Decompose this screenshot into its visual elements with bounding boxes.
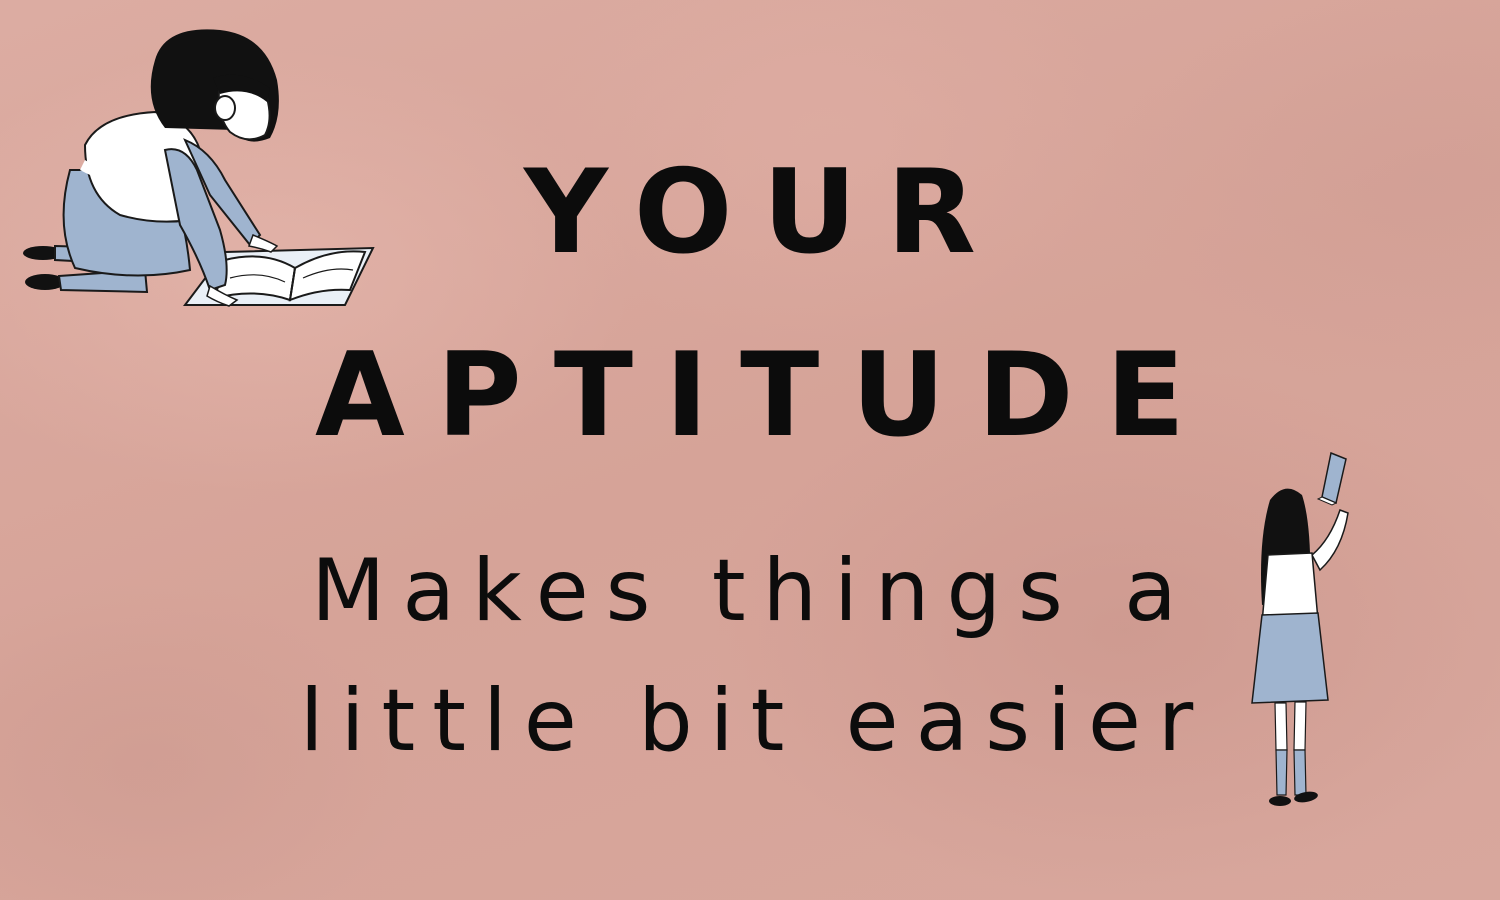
- subline-line-1: Makes things a: [311, 541, 1194, 641]
- headline-line-2: APTITUDE: [315, 328, 1217, 463]
- subline-line-2: little bit easier: [299, 671, 1211, 771]
- headline-line-1: YOUR: [524, 145, 1006, 280]
